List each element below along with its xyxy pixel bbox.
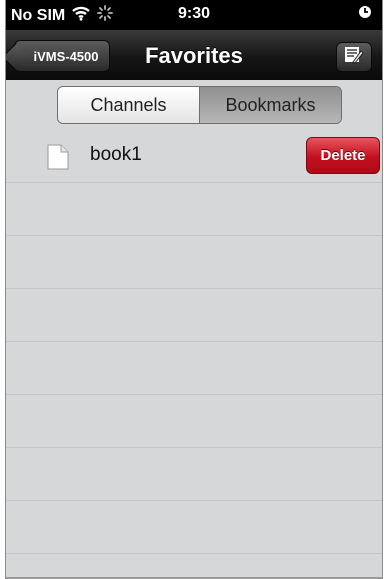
navigation-bar: iVMS-4500 Favorites bbox=[6, 30, 382, 81]
bookmarks-list: book1 Delete bbox=[6, 130, 382, 579]
page-title: Favorites bbox=[145, 43, 243, 68]
empty-row bbox=[6, 448, 382, 501]
status-indicator-icon bbox=[358, 5, 372, 24]
edit-list-icon bbox=[344, 46, 364, 69]
phone-screen: No SIM 9:30 iVMS-4500 Favorites Channels… bbox=[5, 0, 383, 579]
list-item-label: book1 bbox=[90, 144, 142, 165]
tab-bookmarks[interactable]: Bookmarks bbox=[200, 87, 341, 123]
favorites-segmented-control: Channels Bookmarks bbox=[57, 86, 342, 124]
empty-row bbox=[6, 395, 382, 448]
empty-row bbox=[6, 342, 382, 395]
empty-row bbox=[6, 289, 382, 342]
status-time: 9:30 bbox=[177, 5, 211, 22]
status-right bbox=[358, 5, 372, 24]
segment-area: Channels Bookmarks bbox=[6, 80, 382, 131]
edit-button[interactable] bbox=[336, 42, 372, 72]
list-item[interactable]: book1 Delete bbox=[6, 130, 382, 183]
empty-row bbox=[6, 554, 382, 579]
status-bar: No SIM 9:30 bbox=[6, 0, 382, 30]
document-icon bbox=[46, 144, 70, 175]
empty-row bbox=[6, 236, 382, 289]
empty-row bbox=[6, 501, 382, 554]
delete-button[interactable]: Delete bbox=[306, 137, 380, 174]
empty-row bbox=[6, 183, 382, 236]
tab-channels[interactable]: Channels bbox=[58, 87, 200, 123]
